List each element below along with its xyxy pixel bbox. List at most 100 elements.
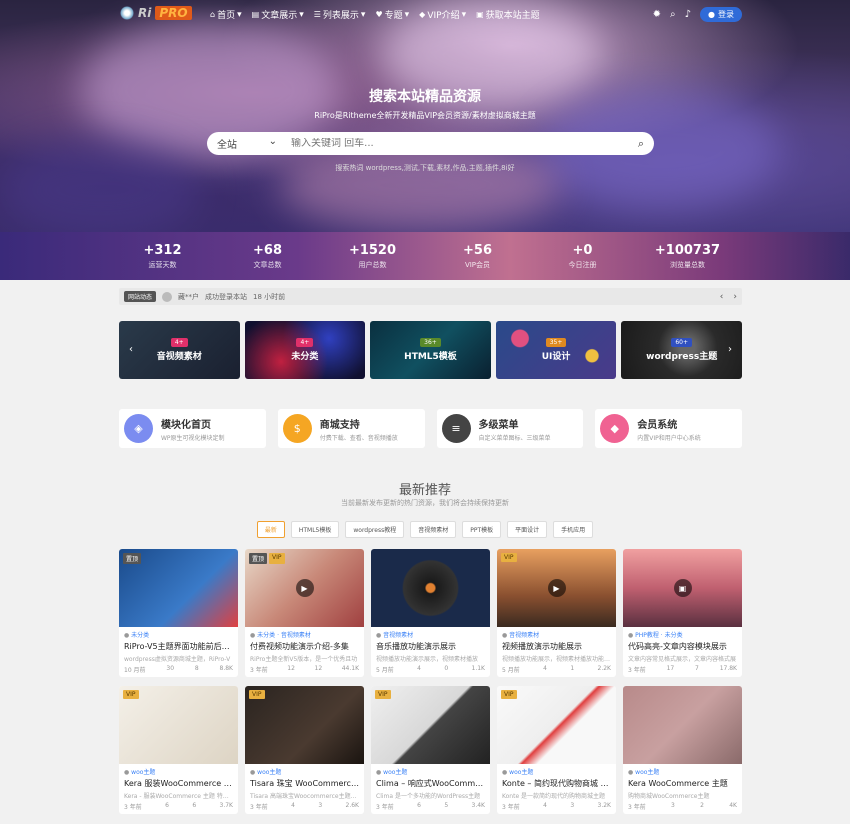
site-logo[interactable]: Ri PRO: [120, 6, 192, 20]
menu-item-get-theme[interactable]: ▣ 获取本站主题: [476, 8, 540, 21]
chevron-down-icon: ⌄: [268, 136, 277, 147]
vip-badge: VIP: [375, 690, 391, 699]
tab-graphic-design[interactable]: 平面设计: [507, 521, 548, 538]
post-thumbnail[interactable]: 置顶 VIP ▶: [245, 549, 364, 627]
search-scope-value: 全站: [217, 140, 237, 151]
tab-ppt[interactable]: PPT模板: [462, 521, 502, 538]
search-icon[interactable]: ⌕: [670, 9, 676, 20]
post-category[interactable]: ● 未分类: [119, 627, 238, 639]
feature-item[interactable]: ≡ 多级菜单 自定义菜单图标、三级菜单: [436, 409, 584, 448]
feature-item[interactable]: $ 商城支持 付费下载、查看、音视频播放: [277, 409, 425, 448]
post-title[interactable]: Tisara 珠宝 WooCommerce ...: [245, 776, 364, 789]
menu-item-vip[interactable]: ◆ VIP介绍 ▾: [419, 8, 466, 22]
tab-latest[interactable]: 最新: [256, 521, 285, 538]
post-card[interactable]: VIP ● woo主题 Tisara 珠宝 WooCommerce ... Ti…: [245, 686, 364, 814]
post-category[interactable]: ● PHP教程 · 未分类: [623, 627, 742, 639]
category-card[interactable]: 36+ HTML5模板: [370, 321, 491, 379]
bell-icon[interactable]: ♪: [685, 9, 691, 20]
chevron-right-icon[interactable]: ›: [733, 292, 737, 302]
post-category[interactable]: ● woo主题: [497, 764, 616, 776]
post-title[interactable]: 视频播放演示功能展示: [497, 639, 616, 652]
post-card[interactable]: ● 音视频素材 音乐播放功能演示展示 视频播放功能演示展示，视频素材播放 5 月…: [371, 549, 490, 677]
post-title[interactable]: 代码高亮-文章内容模块展示: [623, 639, 742, 652]
tab-audio-video[interactable]: 音视频素材: [410, 521, 457, 538]
feature-item[interactable]: ◈ 模块化首页 WP原生可视化模块定制: [119, 409, 266, 448]
search-icon[interactable]: ⌕: [628, 137, 654, 151]
login-button[interactable]: ● 登录: [700, 7, 742, 22]
post-thumbnail[interactable]: [623, 686, 742, 764]
post-category[interactable]: ● 未分类 · 音视频素材: [245, 627, 364, 639]
category-card[interactable]: 35+ UI设计: [495, 321, 617, 379]
post-meta: 3 年前 4 3 3.2K: [502, 802, 611, 811]
post-thumbnail[interactable]: VIP: [245, 686, 364, 764]
play-icon[interactable]: ▶: [295, 579, 314, 597]
category-carousel: ‹ 4+ 音视频素材 4+ 未分类 36+ HTML5模板 35+ UI设计 6…: [119, 321, 742, 379]
nav-actions: ✹ ⌕ ♪ ● 登录: [653, 7, 742, 22]
post-title[interactable]: Clima – 响应式WooCommerce...: [371, 776, 490, 789]
feature-item[interactable]: ◆ 会员系统 内置VIP和用户中心系统: [595, 409, 742, 448]
diamond-icon: ◆: [419, 10, 426, 19]
category-card[interactable]: 60+ wordpress主题 ›: [621, 321, 742, 379]
post-card[interactable]: ● woo主题 Kera WooCommerce 主题 购物商城WooComme…: [623, 686, 742, 814]
post-date: 3 年前: [628, 804, 646, 811]
post-card[interactable]: VIP ● woo主题 Clima – 响应式WooCommerce... Cl…: [371, 686, 490, 814]
menu-item-home[interactable]: ⌂ 首页 ▾: [210, 8, 242, 22]
post-card[interactable]: ▣ ● PHP教程 · 未分类 代码高亮-文章内容模块展示 文章内容常见格式展示…: [623, 549, 742, 677]
post-category[interactable]: ● woo主题: [245, 764, 364, 776]
chevron-left-icon[interactable]: ‹: [129, 344, 133, 355]
post-views: 4K: [729, 802, 737, 809]
stat-item: +100737 浏览量总数: [643, 243, 733, 270]
post-category[interactable]: ● woo主题: [623, 764, 742, 776]
post-thumbnail[interactable]: VIP ▶: [497, 549, 616, 627]
menu-item-articles[interactable]: ▤ 文章展示 ▾: [252, 8, 304, 22]
search-input[interactable]: [285, 138, 628, 149]
post-category[interactable]: ● 音视频素材: [497, 627, 616, 639]
post-thumbnail[interactable]: VIP: [119, 686, 238, 764]
post-card[interactable]: 置顶 ● 未分类 RiPro-V5主题界面功能前后台... wordpress虚…: [119, 549, 238, 677]
feature-subtitle: 自定义菜单图标、三级菜单: [478, 434, 551, 442]
category-text: woo主题: [635, 769, 660, 776]
feature-subtitle: 付费下载、查看、音视频播放: [319, 434, 398, 442]
post-card[interactable]: VIP ▶ ● 音视频素材 视频播放演示功能展示 视频播放功能展示，视频素材播放…: [497, 549, 616, 677]
post-title[interactable]: Konte – 简约现代购物商城 WooCommerce...: [497, 776, 616, 789]
menu-label: 文章展示: [261, 11, 298, 21]
post-card[interactable]: VIP ● woo主题 Kera 服装WooCommerce 主题 Kera -…: [119, 686, 238, 814]
post-category[interactable]: ● 音视频素材: [371, 627, 490, 639]
stat-item: +1520 用户总数: [328, 243, 418, 270]
chevron-right-icon[interactable]: ›: [728, 344, 732, 355]
theme-toggle-icon[interactable]: ✹: [653, 9, 661, 20]
stat-number: +1520: [348, 242, 397, 258]
post-title[interactable]: RiPro-V5主题界面功能前后台...: [119, 639, 238, 652]
post-thumbnail[interactable]: VIP: [371, 686, 490, 764]
post-title[interactable]: 付费视频功能演示介绍-多集: [245, 639, 364, 652]
tab-wordpress[interactable]: wordpress教程: [345, 521, 405, 538]
menu-item-topics[interactable]: ♥ 专题 ▾: [375, 8, 409, 22]
post-meta: 10 月前 30 8 8.8K: [124, 665, 233, 674]
play-icon[interactable]: ▶: [547, 579, 566, 597]
category-card[interactable]: ‹ 4+ 音视频素材: [119, 321, 240, 379]
menu-item-lists[interactable]: ☰ 列表展示 ▾: [314, 8, 366, 22]
category-text: 未分类 · 音视频素材: [257, 632, 311, 639]
post-thumbnail[interactable]: 置顶: [119, 549, 238, 627]
post-card[interactable]: VIP ● woo主题 Konte – 简约现代购物商城 WooCommerce…: [497, 686, 616, 814]
post-category[interactable]: ● woo主题: [119, 764, 238, 776]
search-scope-select[interactable]: 全站 ⌄: [207, 136, 285, 151]
post-thumbnail[interactable]: [371, 549, 490, 627]
post-card[interactable]: 置顶 VIP ▶ ● 未分类 · 音视频素材 付费视频功能演示介绍-多集 RiPr…: [245, 549, 364, 677]
post-excerpt: Kera - 服装WooCommerce 主题 特点：: [124, 793, 235, 800]
tab-html5[interactable]: HTML5模板: [290, 521, 340, 538]
post-title[interactable]: 音乐播放功能演示展示: [371, 639, 490, 652]
section-title: 最新推荐: [398, 483, 451, 498]
tab-mobile-apps[interactable]: 手机应用: [553, 521, 594, 538]
post-title[interactable]: Kera 服装WooCommerce 主题: [119, 776, 238, 789]
category-card[interactable]: 4+ 未分类: [244, 321, 366, 379]
post-thumbnail[interactable]: VIP: [497, 686, 616, 764]
post-excerpt: 视频播放功能演示展示，视频素材播放: [376, 656, 479, 663]
post-category[interactable]: ● woo主题: [371, 764, 490, 776]
vip-badge: VIP: [249, 690, 265, 699]
post-title[interactable]: Kera WooCommerce 主题: [623, 776, 742, 789]
post-likes: 6: [165, 802, 169, 809]
chevron-left-icon[interactable]: ‹: [720, 292, 724, 302]
post-thumbnail[interactable]: ▣: [623, 549, 742, 627]
category-text: 音视频素材: [509, 632, 540, 639]
